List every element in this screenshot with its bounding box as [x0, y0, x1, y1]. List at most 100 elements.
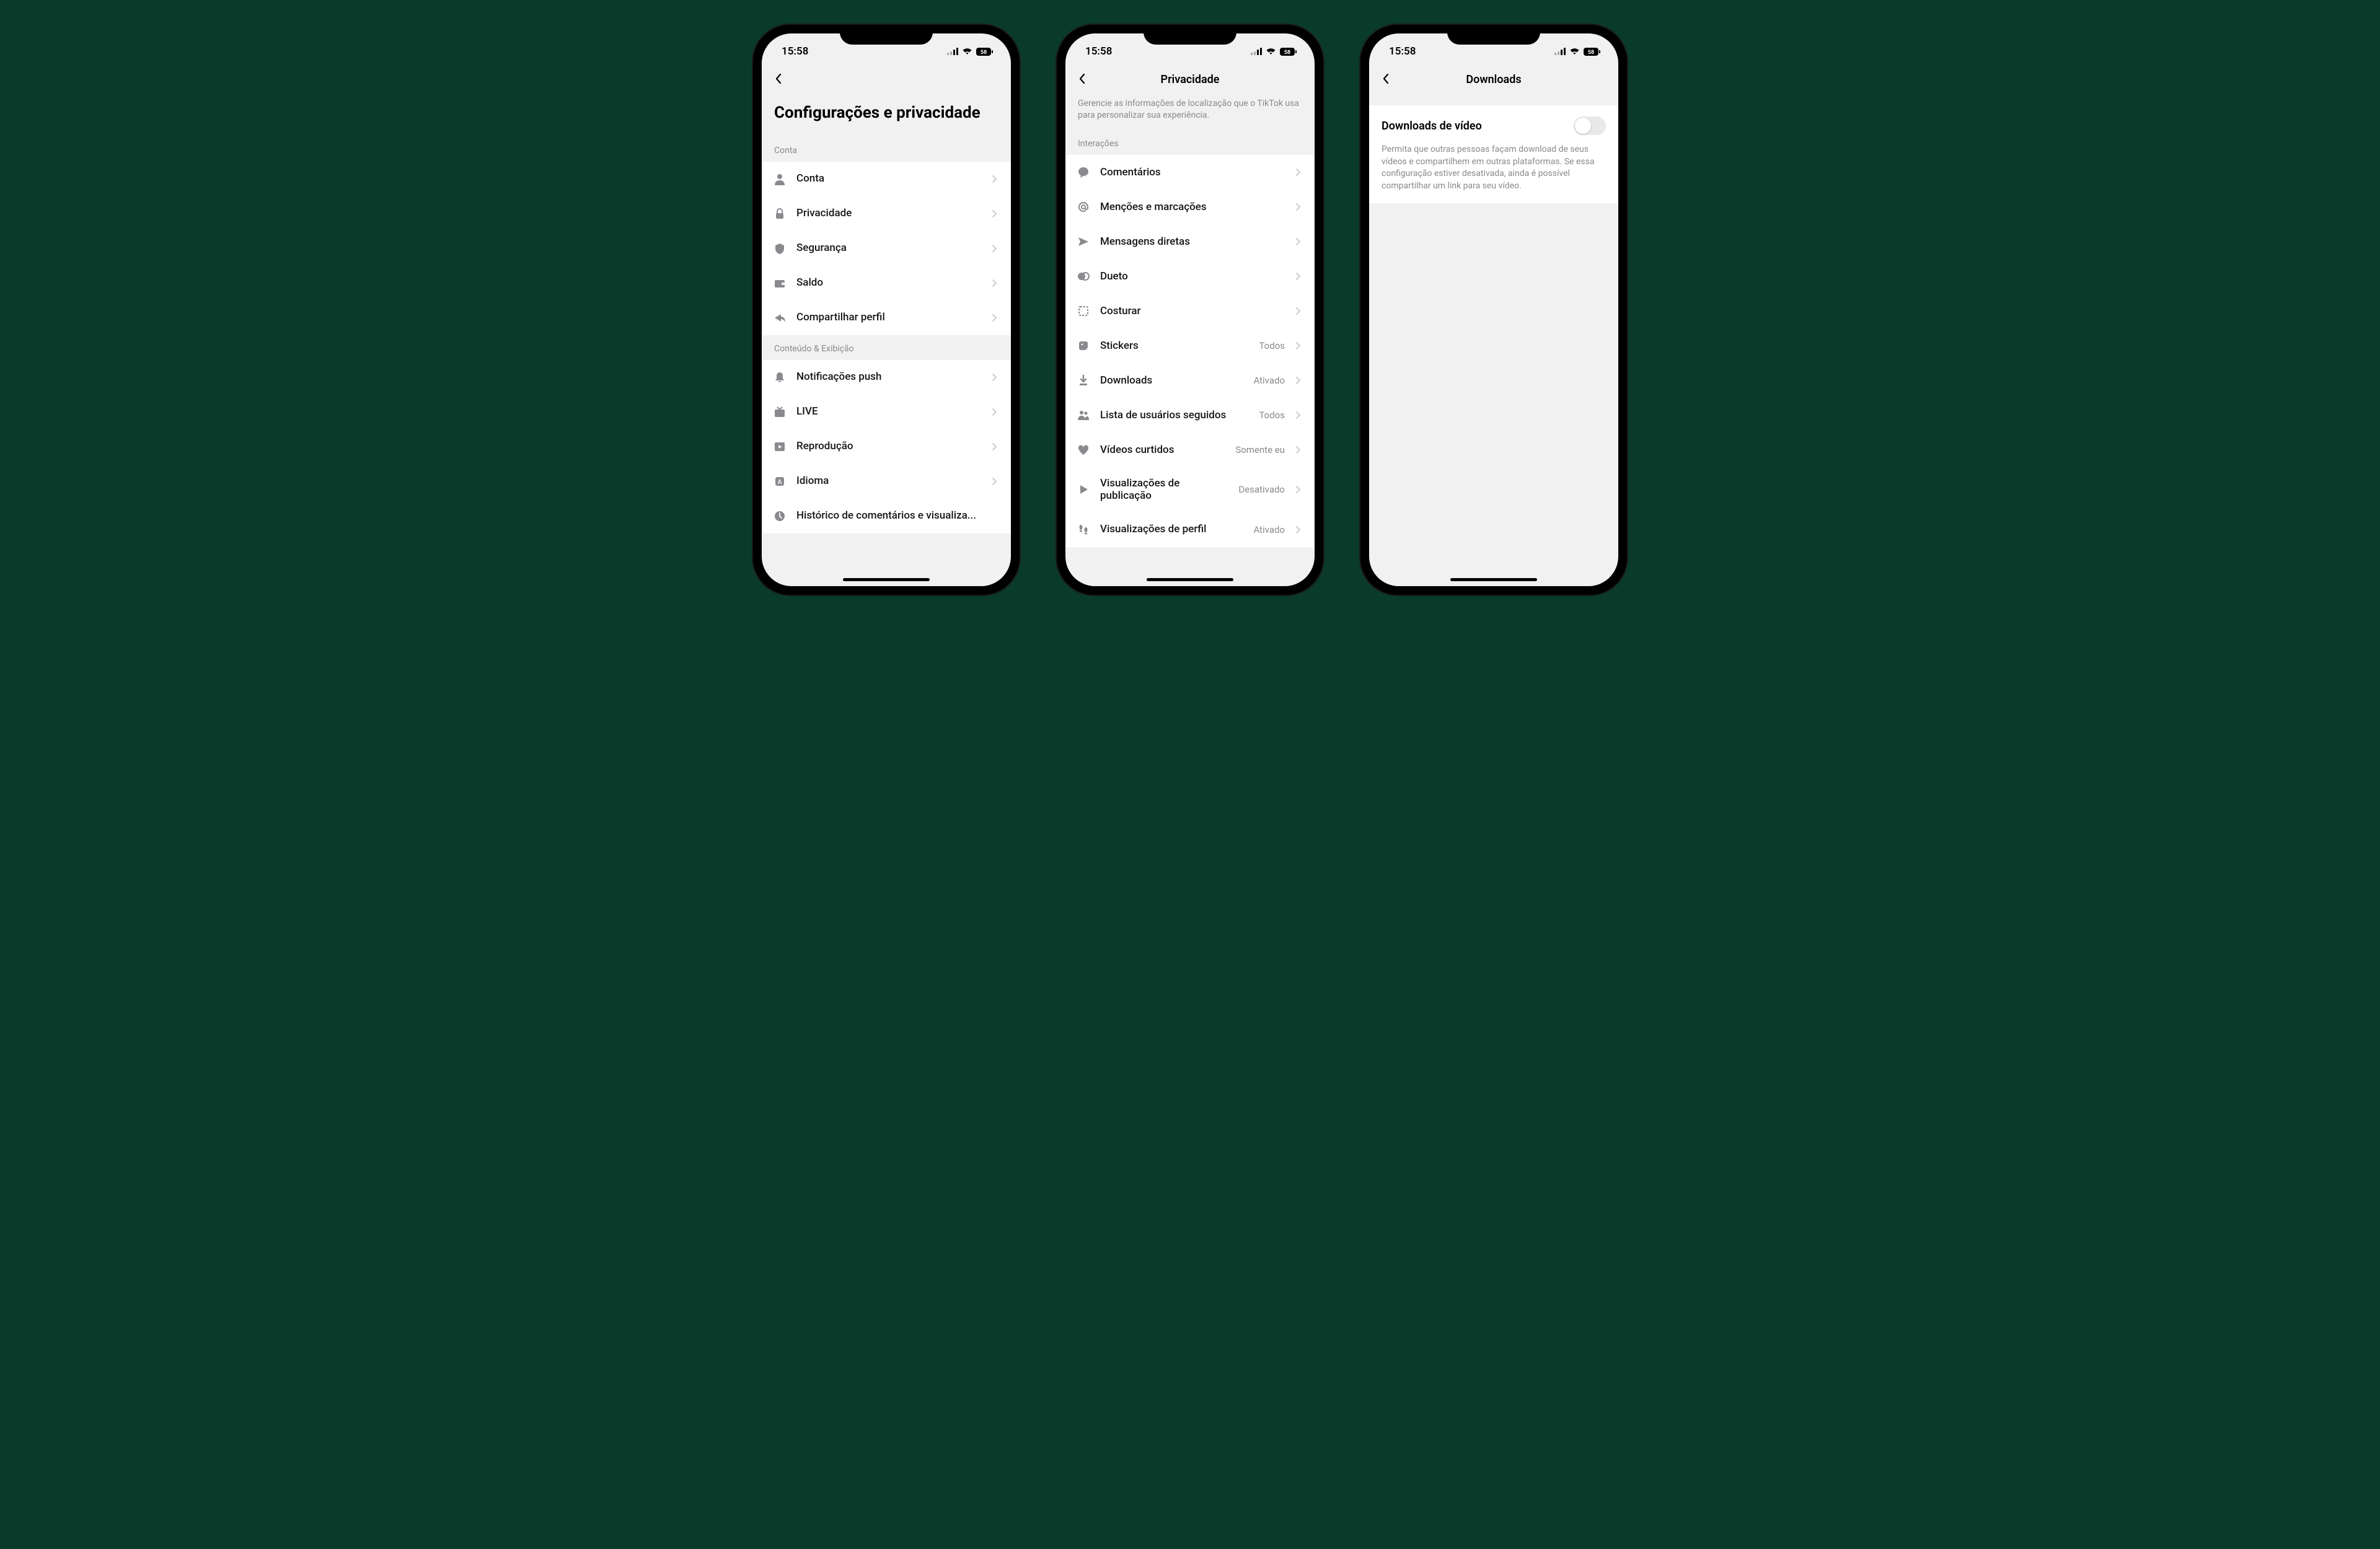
duet-icon — [1077, 270, 1090, 283]
row-value: Ativado — [1253, 375, 1285, 386]
chevron-right-icon — [1296, 342, 1303, 349]
nav-bar — [762, 64, 1011, 94]
wallet-icon — [773, 276, 787, 290]
home-indicator[interactable] — [1450, 578, 1537, 581]
chevron-right-icon — [992, 443, 1000, 450]
row-visualizacoes-publicacao[interactable]: Visualizações de publicação Desativado — [1065, 467, 1315, 512]
chevron-right-icon — [992, 175, 1000, 183]
row-label: Visualizações de perfil — [1100, 523, 1243, 535]
row-value: Todos — [1259, 410, 1285, 421]
chevron-right-icon — [992, 314, 1000, 322]
status-time: 15:58 — [1085, 45, 1112, 58]
toggle-downloads-video[interactable] — [1574, 116, 1606, 135]
row-label: Privacidade — [796, 207, 982, 219]
row-comentarios[interactable]: Comentários — [1065, 155, 1315, 190]
row-value: Ativado — [1253, 524, 1285, 535]
row-label: Segurança — [796, 242, 982, 254]
row-visualizacoes-perfil[interactable]: Visualizações de perfil Ativado — [1065, 512, 1315, 547]
bell-icon — [773, 371, 787, 384]
chevron-right-icon — [992, 245, 1000, 252]
row-dueto[interactable]: Dueto — [1065, 259, 1315, 294]
row-privacidade[interactable]: Privacidade — [762, 196, 1011, 231]
phone-notch — [840, 25, 933, 45]
page-title: Configurações e privacidade — [762, 94, 1011, 137]
row-idioma[interactable]: A Idioma — [762, 464, 1011, 499]
people-icon — [1077, 408, 1090, 422]
svg-text:58: 58 — [1588, 50, 1594, 56]
row-seguranca[interactable]: Segurança — [762, 231, 1011, 266]
battery-icon: 58 — [1584, 48, 1601, 56]
row-label: Vídeos curtidos — [1100, 444, 1225, 456]
list-conteudo: Notificações push LIVE Reprodução A Idio… — [762, 360, 1011, 533]
nav-title: Privacidade — [1161, 73, 1220, 86]
back-button[interactable] — [1074, 71, 1091, 88]
back-button[interactable] — [770, 71, 788, 88]
toggle-row-downloads-video: Downloads de vídeo — [1369, 105, 1618, 141]
phone-frame-3: 15:58 58 Downloads Downloads de vídeo Pe… — [1360, 25, 1627, 595]
row-conta[interactable]: Conta — [762, 162, 1011, 196]
row-label: Reprodução — [796, 440, 982, 452]
chevron-right-icon — [1296, 203, 1303, 211]
content: Downloads de vídeo Permita que outras pe… — [1369, 94, 1618, 586]
wifi-icon — [1569, 48, 1580, 55]
row-costurar[interactable]: Costurar — [1065, 294, 1315, 328]
row-label: Compartilhar perfil — [796, 311, 982, 323]
nav-title: Downloads — [1466, 73, 1521, 86]
person-icon — [773, 172, 787, 186]
svg-text:A: A — [778, 479, 782, 486]
toggle-label: Downloads de vídeo — [1382, 120, 1482, 133]
phone-frame-2: 15:58 58 Privacidade Gerencie as informa… — [1057, 25, 1323, 595]
screen-privacidade: 15:58 58 Privacidade Gerencie as informa… — [1065, 33, 1315, 586]
row-downloads[interactable]: Downloads Ativado — [1065, 363, 1315, 398]
content[interactable]: Conta Conta Privacidade Segurança — [762, 137, 1011, 587]
row-stickers[interactable]: Stickers Todos — [1065, 328, 1315, 363]
status-right: 58 — [1251, 48, 1297, 56]
tv-icon — [773, 405, 787, 419]
back-button[interactable] — [1378, 71, 1395, 88]
nav-bar: Downloads — [1369, 64, 1618, 94]
home-indicator[interactable] — [1147, 578, 1233, 581]
chevron-right-icon — [1296, 307, 1303, 315]
share-icon — [773, 311, 787, 325]
row-historico[interactable]: Histórico de comentários e visualiza... — [762, 499, 1011, 533]
chevron-right-icon — [1296, 486, 1303, 493]
row-mensagens[interactable]: Mensagens diretas — [1065, 224, 1315, 259]
toggle-description: Permita que outras pessoas façam downloa… — [1369, 141, 1618, 203]
chevron-right-icon — [1296, 273, 1303, 280]
row-videos-curtidos[interactable]: Vídeos curtidos Somente eu — [1065, 432, 1315, 467]
screen-downloads: 15:58 58 Downloads Downloads de vídeo Pe… — [1369, 33, 1618, 586]
row-lista-seguidos[interactable]: Lista de usuários seguidos Todos — [1065, 398, 1315, 432]
row-value: Somente eu — [1235, 444, 1285, 455]
row-notificacoes[interactable]: Notificações push — [762, 360, 1011, 395]
home-indicator[interactable] — [843, 578, 930, 581]
row-value: Desativado — [1238, 484, 1285, 495]
status-right: 58 — [1554, 48, 1601, 56]
row-saldo[interactable]: Saldo — [762, 266, 1011, 301]
phone-notch — [1144, 25, 1236, 45]
list-conta: Conta Privacidade Segurança Saldo — [762, 162, 1011, 335]
row-live[interactable]: LIVE — [762, 395, 1011, 429]
row-label: LIVE — [796, 405, 982, 418]
row-label: Dueto — [1100, 270, 1286, 283]
signal-icon — [1251, 48, 1262, 55]
row-label: Visualizações de publicação — [1100, 477, 1228, 502]
row-mencoes[interactable]: Menções e marcações — [1065, 190, 1315, 224]
heart-icon — [1077, 443, 1090, 457]
stitch-icon — [1077, 304, 1090, 318]
send-icon — [1077, 235, 1090, 248]
status-time: 15:58 — [1389, 45, 1416, 58]
row-label: Notificações push — [796, 371, 982, 383]
row-reproducao[interactable]: Reprodução — [762, 429, 1011, 464]
chevron-left-icon — [1383, 73, 1390, 86]
phone-frame-1: 15:58 58 Configurações e privacidade Con… — [753, 25, 1020, 595]
section-header-conta: Conta — [762, 137, 1011, 162]
row-label: Conta — [796, 172, 982, 185]
svg-text:58: 58 — [1284, 50, 1290, 56]
shield-icon — [773, 242, 787, 255]
chevron-right-icon — [1296, 377, 1303, 384]
chevron-left-icon — [775, 73, 783, 86]
content[interactable]: Interações Comentários Menções e marcaçõ… — [1065, 130, 1315, 586]
row-label: Comentários — [1100, 166, 1286, 178]
chevron-right-icon — [1296, 238, 1303, 245]
row-compartilhar-perfil[interactable]: Compartilhar perfil — [762, 301, 1011, 335]
